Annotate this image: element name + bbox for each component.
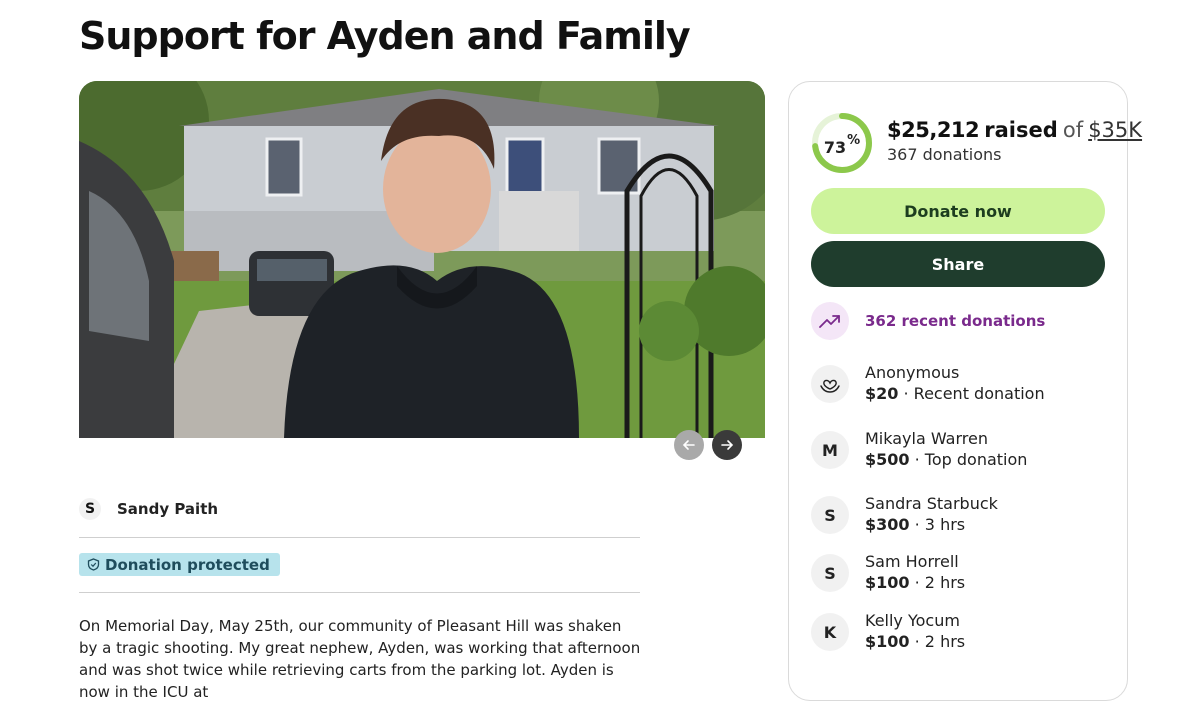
raised-summary: $25,212 raised of $35K xyxy=(887,118,1142,142)
donate-now-button[interactable]: Donate now xyxy=(811,188,1105,234)
organizer-avatar: S xyxy=(79,498,101,520)
donation-protected-label: Donation protected xyxy=(105,555,270,574)
donor-avatar: M xyxy=(811,431,849,469)
donor-amount: $100 xyxy=(865,573,910,592)
hero-photo[interactable] xyxy=(79,81,765,438)
recent-donations-label: 362 recent donations xyxy=(865,312,1046,330)
donor-note: Recent donation xyxy=(913,384,1045,403)
donations-count: 367 donations xyxy=(887,145,1002,164)
donor-amount: $300 xyxy=(865,515,910,534)
divider xyxy=(79,592,640,593)
progress-percent-number: 73 xyxy=(823,137,847,157)
organizer-name[interactable]: Sandy Paith xyxy=(117,500,218,518)
progress-percent-symbol: % xyxy=(847,132,861,148)
arrow-left-icon xyxy=(682,440,695,450)
donor-item: M Mikayla Warren $500 · Top donation xyxy=(811,429,1027,471)
arrow-right-icon xyxy=(721,440,734,450)
donor-note: 2 hrs xyxy=(924,632,966,651)
divider xyxy=(79,537,640,538)
donor-name: Kelly Yocum xyxy=(865,611,960,630)
of-word: of xyxy=(1062,118,1084,142)
carousel-prev-button[interactable] xyxy=(674,430,704,460)
donor-avatar: K xyxy=(811,613,849,651)
donor-name: Sam Horrell xyxy=(865,552,959,571)
organizer[interactable]: S Sandy Paith xyxy=(79,498,218,520)
donor-item: K Kelly Yocum $100 · 2 hrs xyxy=(811,611,965,653)
shield-icon xyxy=(87,558,100,571)
donor-avatar: S xyxy=(811,496,849,534)
progress-percent: 73% xyxy=(811,112,873,174)
page-title: Support for Ayden and Family xyxy=(79,14,691,58)
donation-protected-badge[interactable]: Donation protected xyxy=(79,553,280,576)
raised-amount: $25,212 xyxy=(887,118,980,142)
donor-item: S Sam Horrell $100 · 2 hrs xyxy=(811,552,965,594)
donor-note: Top donation xyxy=(924,450,1028,469)
hero-photo-illustration xyxy=(79,81,765,438)
hand-heart-icon xyxy=(811,365,849,403)
donor-note: 2 hrs xyxy=(924,573,966,592)
goal-amount[interactable]: $35K xyxy=(1088,118,1142,142)
donor-item: S Sandra Starbuck $300 · 3 hrs xyxy=(811,494,998,536)
donor-amount: $20 xyxy=(865,384,899,403)
donor-name: Mikayla Warren xyxy=(865,429,988,448)
donor-amount: $500 xyxy=(865,450,910,469)
recent-donations-link[interactable]: 362 recent donations xyxy=(811,302,1045,340)
raised-word: raised xyxy=(984,118,1058,142)
donor-note: 3 hrs xyxy=(924,515,966,534)
donor-avatar: S xyxy=(811,554,849,592)
donor-item: Anonymous $20 · Recent donation xyxy=(811,363,1045,405)
donor-name: Anonymous xyxy=(865,363,960,382)
carousel-next-button[interactable] xyxy=(712,430,742,460)
donor-amount: $100 xyxy=(865,632,910,651)
donor-name: Sandra Starbuck xyxy=(865,494,998,513)
share-button[interactable]: Share xyxy=(811,241,1105,287)
story-text: On Memorial Day, May 25th, our community… xyxy=(79,617,641,701)
trending-up-icon xyxy=(811,302,849,340)
